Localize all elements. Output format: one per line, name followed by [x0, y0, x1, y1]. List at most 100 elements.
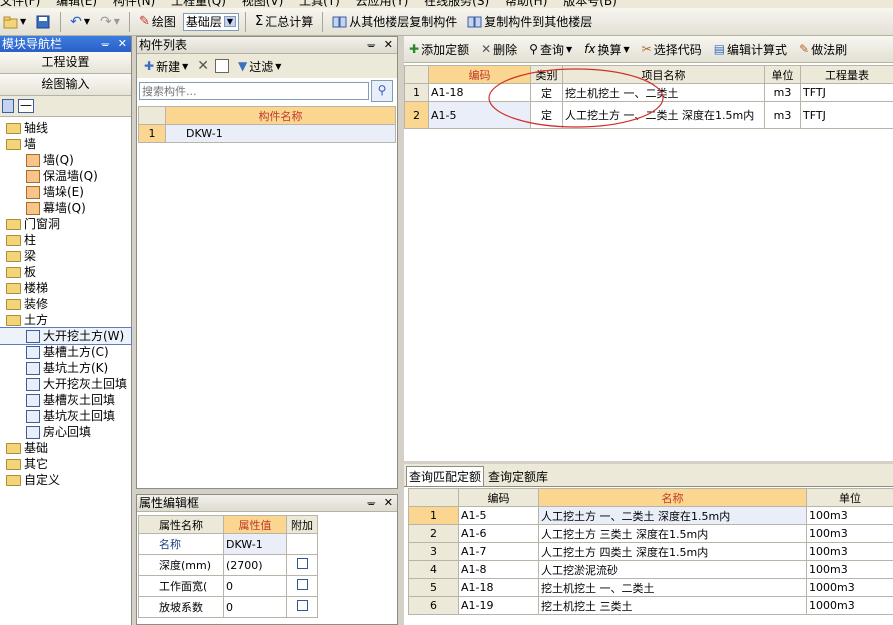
menu-help[interactable]: 帮助(H)	[505, 0, 547, 8]
tree-item[interactable]: 墙(Q)	[0, 152, 131, 168]
new-component-button[interactable]: ✚ 新建 ▼	[141, 55, 191, 77]
table-row[interactable]: 1 DKW-1	[138, 124, 396, 143]
quota-expr-cell[interactable]: TFTJ	[800, 101, 893, 129]
redo-button[interactable]: ↷ ▼	[97, 11, 123, 33]
tree-item[interactable]: 基槽土方(C)	[0, 344, 131, 360]
query-name-cell[interactable]: 挖土机挖土 一、二类土	[538, 578, 807, 597]
tab-quota-library[interactable]: 查询定额库	[486, 467, 550, 486]
extra-checkbox[interactable]	[296, 600, 308, 611]
tree-item[interactable]: 基槽灰土回填	[0, 392, 131, 408]
quota-expr-cell[interactable]: TFTJ	[800, 83, 893, 102]
tree-item[interactable]: 房心回填	[0, 424, 131, 440]
tree-folder[interactable]: 自定义	[0, 472, 131, 488]
open-button[interactable]: ▼	[0, 11, 29, 33]
table-row[interactable]: 1 A1-5 人工挖土方 一、二类土 深度在1.5m内 100m3	[408, 506, 893, 525]
table-row[interactable]: 6 A1-19 挖土机挖土 三类土 1000m3	[408, 596, 893, 615]
tree-folder[interactable]: 楼梯	[0, 280, 131, 296]
tree-item[interactable]: 保温墙(Q)	[0, 168, 131, 184]
close-icon[interactable]: ✕	[384, 37, 393, 53]
drawing-input-button[interactable]: 绘图输入	[0, 74, 131, 96]
pin-icon[interactable]: ᚚ	[367, 495, 375, 511]
filter-button[interactable]: ▼ 过滤 ▼	[235, 55, 284, 77]
sum-calc-button[interactable]: Σ 汇总计算	[252, 11, 316, 33]
menu-view[interactable]: 视图(V)	[242, 0, 284, 8]
query-unit-cell[interactable]: 100m3	[806, 524, 893, 543]
menu-edit[interactable]: 编辑(E)	[56, 0, 97, 8]
tree-item[interactable]: 大开挖土方(W)	[0, 327, 132, 345]
query-code-cell[interactable]: A1-18	[458, 578, 539, 597]
tree-item[interactable]: 墙垛(E)	[0, 184, 131, 200]
copy-icon[interactable]	[214, 59, 229, 73]
menu-component[interactable]: 构件(N)	[113, 0, 155, 8]
menu-cloud[interactable]: 云应用(Y)	[356, 0, 409, 8]
select-code-button[interactable]: ✂ 选择代码	[639, 38, 705, 60]
tree-folder[interactable]: 轴线	[0, 120, 131, 136]
expand-icon[interactable]	[2, 99, 14, 113]
query-name-cell[interactable]: 人工挖土方 四类土 深度在1.5m内	[538, 542, 807, 561]
tree-item[interactable]: 基坑灰土回填	[0, 408, 131, 424]
tree-item[interactable]: 基坑土方(K)	[0, 360, 131, 376]
query-code-cell[interactable]: A1-8	[458, 560, 539, 579]
tree-folder[interactable]: 墙	[0, 136, 131, 152]
query-name-cell[interactable]: 人工挖土方 三类土 深度在1.5m内	[538, 524, 807, 543]
delete-quota-button[interactable]: ✕ 删除	[478, 38, 520, 60]
tree-folder[interactable]: 门窗洞	[0, 216, 131, 232]
quota-unit-cell[interactable]: m3	[764, 101, 801, 129]
undo-button[interactable]: ↶ ▼	[67, 11, 93, 33]
edit-formula-button[interactable]: ▤ 编辑计算式	[711, 38, 790, 60]
property-value[interactable]: DKW-1	[223, 533, 287, 555]
menu-quantity[interactable]: 工程量(Q)	[171, 0, 226, 8]
quota-unit-cell[interactable]: m3	[764, 83, 801, 102]
tree-folder[interactable]: 板	[0, 264, 131, 280]
menu-online[interactable]: 在线服务(S)	[424, 0, 489, 8]
close-icon[interactable]: ✕	[384, 495, 393, 511]
tree-folder[interactable]: 柱	[0, 232, 131, 248]
add-quota-button[interactable]: ✚ 添加定额	[406, 38, 472, 60]
query-code-cell[interactable]: A1-7	[458, 542, 539, 561]
convert-button[interactable]: fx 换算 ▼	[581, 38, 633, 60]
tree-folder[interactable]: 装修	[0, 296, 131, 312]
table-row[interactable]: 3 A1-7 人工挖土方 四类土 深度在1.5m内 100m3	[408, 542, 893, 561]
tree-folder[interactable]: 基础	[0, 440, 131, 456]
table-row[interactable]: 2 A1-5 定 人工挖土方 一、二类土 深度在1.5m内 m3 TFTJ	[404, 101, 893, 129]
menu-version[interactable]: 版本号(B)	[563, 0, 617, 8]
close-icon[interactable]: ✕	[118, 36, 127, 52]
query-unit-cell[interactable]: 100m3	[806, 560, 893, 579]
pin-icon[interactable]: ᚚ	[101, 36, 109, 52]
table-row[interactable]: 4 A1-8 人工挖淤泥流砂 100m3	[408, 560, 893, 579]
draw-button[interactable]: ✎ 绘图	[136, 11, 179, 33]
search-input[interactable]	[139, 82, 369, 100]
query-unit-cell[interactable]: 100m3	[806, 542, 893, 561]
property-value[interactable]: (2700)	[223, 554, 287, 576]
project-settings-button[interactable]: 工程设置	[0, 52, 131, 74]
query-button[interactable]: ⚲ 查询 ▼	[526, 38, 575, 60]
query-name-cell[interactable]: 挖土机挖土 三类土	[538, 596, 807, 615]
pin-icon[interactable]: ᚚ	[367, 37, 375, 53]
query-unit-cell[interactable]: 1000m3	[806, 596, 893, 615]
extra-checkbox[interactable]	[296, 579, 308, 590]
quota-type-cell[interactable]: 定	[530, 83, 563, 102]
tree-item[interactable]: 大开挖灰土回填	[0, 376, 131, 392]
tree-folder[interactable]: 其它	[0, 456, 131, 472]
quota-name-cell[interactable]: 人工挖土方 一、二类土 深度在1.5m内	[562, 101, 765, 129]
query-name-cell[interactable]: 人工挖土方 一、二类土 深度在1.5m内	[538, 506, 807, 525]
quota-code-cell[interactable]: A1-18	[428, 83, 531, 102]
copy-to-floor-button[interactable]: 复制构件到其他楼层	[464, 11, 595, 33]
query-code-cell[interactable]: A1-6	[458, 524, 539, 543]
query-name-cell[interactable]: 人工挖淤泥流砂	[538, 560, 807, 579]
query-unit-cell[interactable]: 100m3	[806, 506, 893, 525]
save-button[interactable]	[33, 11, 54, 33]
component-name-cell[interactable]: DKW-1	[165, 124, 396, 143]
collapse-icon[interactable]: —	[18, 99, 34, 113]
quota-type-cell[interactable]: 定	[530, 101, 563, 129]
method-brush-button[interactable]: ✎ 做法刷	[796, 38, 850, 60]
tree-item[interactable]: 幕墙(Q)	[0, 200, 131, 216]
query-unit-cell[interactable]: 1000m3	[806, 578, 893, 597]
query-code-cell[interactable]: A1-5	[458, 506, 539, 525]
table-row[interactable]: 5 A1-18 挖土机挖土 一、二类土 1000m3	[408, 578, 893, 597]
query-code-cell[interactable]: A1-19	[458, 596, 539, 615]
quota-name-cell[interactable]: 挖土机挖土 一、二类土	[562, 83, 765, 102]
quota-code-cell[interactable]: A1-5	[428, 101, 531, 129]
tab-match-quota[interactable]: 查询匹配定额	[406, 466, 485, 486]
tree-folder[interactable]: 梁	[0, 248, 131, 264]
